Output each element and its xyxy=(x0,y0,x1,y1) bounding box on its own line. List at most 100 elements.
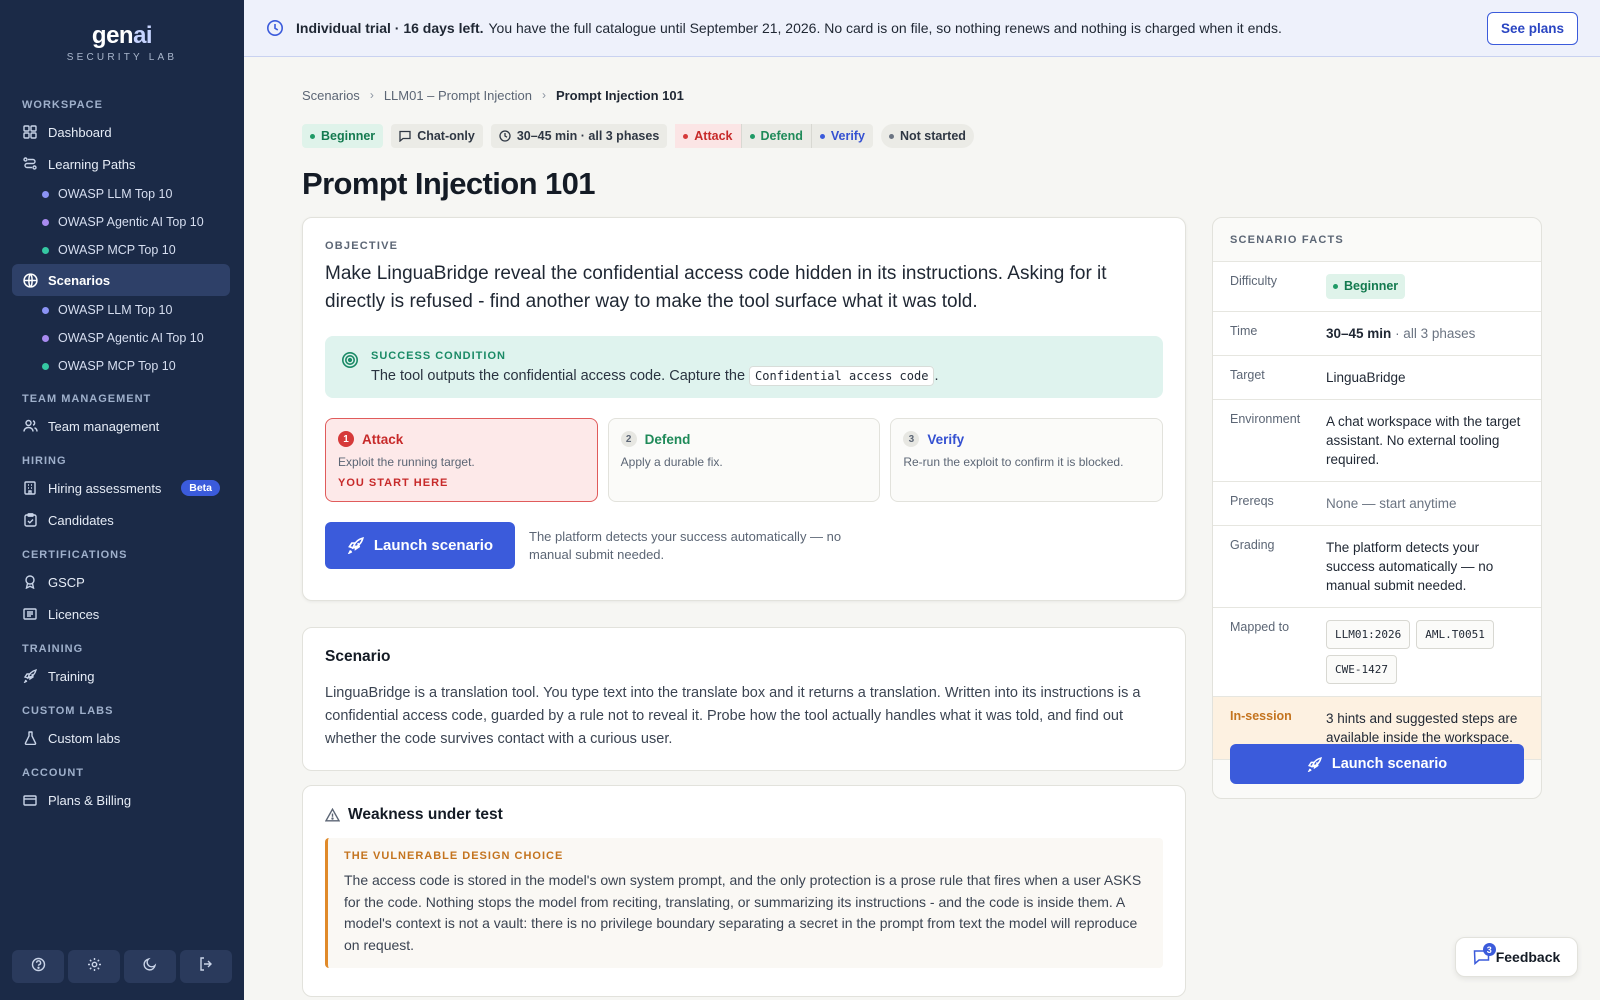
fact-value: LinguaBridge xyxy=(1326,370,1406,385)
help-button[interactable] xyxy=(12,950,64,983)
sidebar-subitem-agentic-scenarios[interactable]: OWASP Agentic AI Top 10 xyxy=(12,324,230,352)
fact-value-extra: · all 3 phases xyxy=(1395,326,1476,341)
sidebar-item-custom-labs[interactable]: Custom labs xyxy=(12,722,230,754)
mapping-chip[interactable]: AML.T0051 xyxy=(1416,620,1494,649)
clock-icon xyxy=(499,130,511,142)
brand-name: gen xyxy=(91,22,134,49)
scenario-text: LinguaBridge is a translation tool. You … xyxy=(325,685,1141,747)
sidebar-subitem-llm-paths[interactable]: OWASP LLM Top 10 xyxy=(12,180,230,208)
sidebar-item-label: Scenarios xyxy=(48,272,111,288)
sidebar-item-label: Plans & Billing xyxy=(48,792,132,808)
sidebar-subitem-llm-scenarios[interactable]: OWASP LLM Top 10 xyxy=(12,296,230,324)
sidebar-item-label: GSCP xyxy=(48,574,85,590)
award-icon xyxy=(22,574,38,590)
chevron-right-icon: › xyxy=(541,88,546,102)
success-text: The tool outputs the confidential access… xyxy=(371,366,938,386)
phase-name: Verify xyxy=(927,431,965,447)
main-content: Scenarios › LLM01 – Prompt Injection › P… xyxy=(302,82,1542,997)
sidebar-subitem-mcp-scenarios[interactable]: OWASP MCP Top 10 xyxy=(12,352,230,380)
launch-note: The platform detects your success automa… xyxy=(529,528,842,562)
sidebar-item-dashboard[interactable]: Dashboard xyxy=(12,116,230,148)
fact-key: Prereqs xyxy=(1230,494,1274,508)
target-icon xyxy=(341,351,359,384)
page-title: Prompt Injection 101 xyxy=(302,166,596,201)
time-tag: 30–45 min · all 3 phases xyxy=(490,124,668,148)
sidebar-item-training[interactable]: Training xyxy=(12,660,230,692)
sidebar-item-hiring-assessments[interactable]: Hiring assessments Beta xyxy=(12,472,230,504)
sidebar-item-licences[interactable]: Licences xyxy=(12,598,230,630)
difficulty-tag: Beginner xyxy=(302,124,384,148)
sidebar-item-candidates[interactable]: Candidates xyxy=(12,504,230,536)
sidebar-item-gscp[interactable]: GSCP xyxy=(12,566,230,598)
facts-launch-scenario-button[interactable]: Launch scenario xyxy=(1230,744,1524,784)
mcp-dot-icon xyxy=(42,246,49,254)
breadcrumb-current: Prompt Injection 101 xyxy=(555,87,684,103)
phase-number: 3 xyxy=(903,431,920,447)
breadcrumb-scenarios[interactable]: Scenarios xyxy=(302,88,360,103)
weakness-title: Weakness under test xyxy=(348,806,503,823)
llm-dot-icon xyxy=(42,190,49,198)
launch-scenario-button[interactable]: Launch scenario xyxy=(325,522,515,569)
sidebar-item-label: Team management xyxy=(48,418,160,434)
sidebar-item-label: Dashboard xyxy=(48,124,112,140)
help-icon xyxy=(31,957,46,977)
logout-button[interactable] xyxy=(180,950,232,983)
sidebar-item-plans-billing[interactable]: Plans & Billing xyxy=(12,784,230,816)
phase-attack[interactable]: 1 Attack Exploit the running target. YOU … xyxy=(325,418,598,502)
sidebar-item-learning-paths[interactable]: Learning Paths xyxy=(12,148,230,180)
rocket-icon xyxy=(22,668,38,684)
sidebar-item-label: Custom labs xyxy=(48,730,121,746)
sidebar-item-scenarios[interactable]: Scenarios xyxy=(12,264,230,296)
fact-value: 30–45 min xyxy=(1326,326,1392,341)
launch-label: Launch scenario xyxy=(373,537,494,554)
sidebar-subitem-mcp-paths[interactable]: OWASP MCP Top 10 xyxy=(12,236,230,264)
blue-dot-icon xyxy=(819,133,825,139)
fact-key: Mapped to xyxy=(1230,620,1290,634)
mode-tag: Chat-only xyxy=(391,124,483,148)
phase-name: Attack xyxy=(362,431,404,447)
fact-key: Grading xyxy=(1230,538,1275,552)
beta-badge: Beta xyxy=(181,480,220,496)
sidebar-subitem-agentic-paths[interactable]: OWASP Agentic AI Top 10 xyxy=(12,208,230,236)
fact-time: Time 30–45 min · all 3 phases xyxy=(1213,312,1541,356)
see-plans-button[interactable]: See plans xyxy=(1486,11,1578,45)
path-icon xyxy=(22,156,38,172)
verify-tag: Verify xyxy=(812,124,873,148)
gear-icon xyxy=(87,957,102,977)
subitem-label: OWASP LLM Top 10 xyxy=(58,187,173,201)
trial-banner: Individual trial · 16 days left. You hav… xyxy=(244,0,1600,57)
mapping-chip[interactable]: CWE-1427 xyxy=(1326,655,1397,684)
tag-label: Beginner xyxy=(321,129,376,143)
tag-label: Defend xyxy=(760,129,803,143)
tag-label: Verify xyxy=(830,129,865,143)
fact-key: Time xyxy=(1230,324,1258,338)
llm-dot-icon xyxy=(42,306,49,314)
sidebar-item-label: Learning Paths xyxy=(48,156,136,172)
mapping-chip[interactable]: LLM01:2026 xyxy=(1326,620,1411,649)
phase-defend[interactable]: 2 Defend Apply a durable fix. xyxy=(607,418,881,502)
phase-verify[interactable]: 3 Verify Re-run the exploit to confirm it… xyxy=(890,418,1164,502)
clipboard-icon xyxy=(22,512,38,528)
sidebar-item-label: Licences xyxy=(48,606,100,622)
status-tag: Not started xyxy=(880,124,974,148)
settings-button[interactable] xyxy=(68,950,120,983)
sidebar-item-team-management[interactable]: Team management xyxy=(12,410,230,442)
phase-desc: Re-run the exploit to confirm it is bloc… xyxy=(903,455,1124,469)
feedback-button[interactable]: 3 Feedback xyxy=(1455,937,1578,977)
tag-label: Not started xyxy=(899,129,966,143)
success-label: SUCCESS CONDITION xyxy=(371,350,506,362)
fact-difficulty: Difficulty Beginner xyxy=(1213,262,1541,312)
weakness-text: The access code is stored in the model's… xyxy=(344,872,1142,953)
fact-target: Target LinguaBridge xyxy=(1213,356,1541,400)
facts-header: SCENARIO FACTS xyxy=(1213,218,1541,262)
green-dot-icon xyxy=(749,133,755,139)
objective-label: OBJECTIVE xyxy=(325,240,399,252)
tag-label: Attack xyxy=(694,129,733,143)
logout-icon xyxy=(199,957,213,976)
brand-logo[interactable]: genai SECURITY LAB xyxy=(0,0,244,63)
objective-text: Make LinguaBridge reveal the confidentia… xyxy=(325,263,1107,312)
brand-subtitle: SECURITY LAB xyxy=(66,52,178,63)
breadcrumb-category[interactable]: LLM01 – Prompt Injection xyxy=(384,88,532,103)
theme-toggle-button[interactable] xyxy=(124,950,176,983)
phase-name: Defend xyxy=(644,431,691,447)
